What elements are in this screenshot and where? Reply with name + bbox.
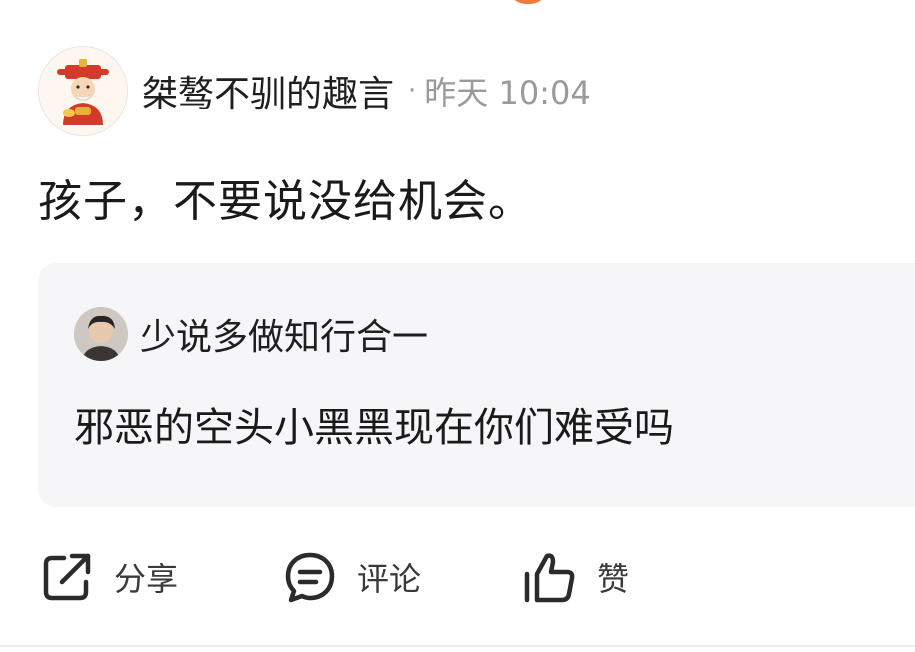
post-header: 桀骜不驯的趣言 · 昨天 10:04 <box>38 46 591 136</box>
like-label: 赞 <box>597 560 630 598</box>
previous-item-edge <box>508 0 548 4</box>
action-bar: 分享 评论 赞 <box>40 545 900 609</box>
post-card: 桀骜不驯的趣言 · 昨天 10:04 孩子，不要说没给机会。 少说多做知行合一 … <box>0 0 915 652</box>
author-avatar[interactable] <box>38 46 128 136</box>
person-photo-avatar-icon <box>74 307 128 361</box>
comment-button[interactable]: 评论 <box>283 545 421 609</box>
share-label: 分享 <box>114 560 179 598</box>
divider <box>0 645 915 647</box>
fortune-god-avatar-icon <box>39 47 127 135</box>
quoted-author-avatar[interactable] <box>74 307 128 361</box>
like-button[interactable]: 赞 <box>521 545 629 609</box>
quoted-post-header: 少说多做知行合一 <box>74 307 428 361</box>
thumbs-up-icon <box>524 553 575 603</box>
comment-label: 评论 <box>357 560 422 598</box>
share-icon <box>43 553 91 601</box>
meta-separator: · <box>408 76 417 106</box>
comment-icon <box>285 552 335 603</box>
author-name[interactable]: 桀骜不驯的趣言 <box>142 65 394 117</box>
quoted-post-text: 邪恶的空头小黑黑现在你们难受吗 <box>74 405 674 451</box>
quoted-author-name[interactable]: 少说多做知行合一 <box>140 308 428 360</box>
post-body-text: 孩子，不要说没给机会。 <box>38 176 533 227</box>
share-button[interactable]: 分享 <box>40 545 178 609</box>
quoted-post[interactable]: 少说多做知行合一 邪恶的空头小黑黑现在你们难受吗 <box>38 263 915 507</box>
post-timestamp: 昨天 10:04 <box>424 74 591 112</box>
